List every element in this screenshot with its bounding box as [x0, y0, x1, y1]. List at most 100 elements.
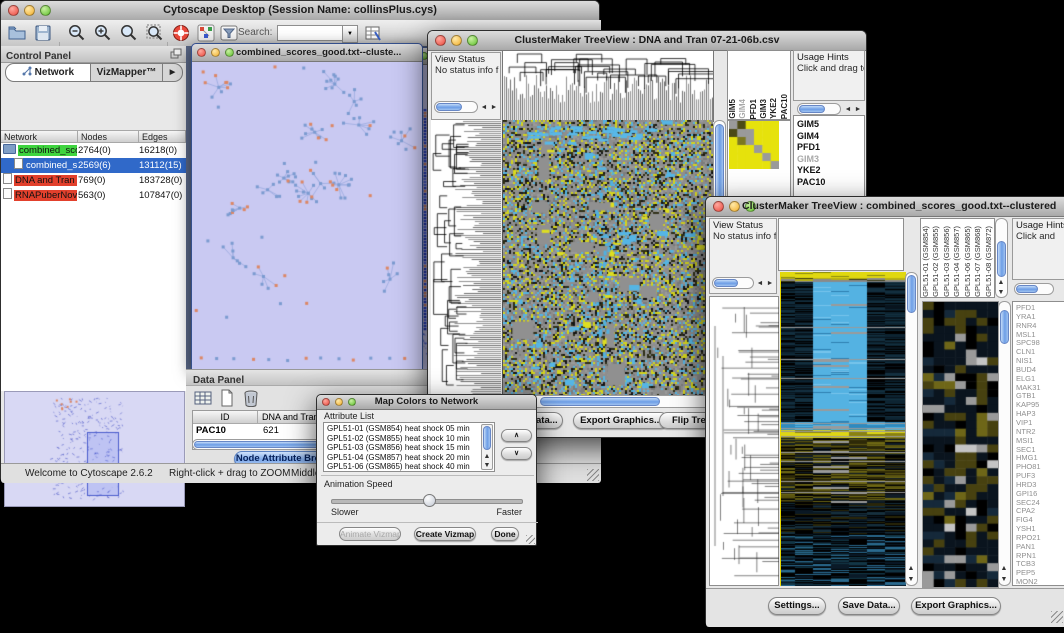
column-label[interactable]: GIM5 [728, 99, 738, 119]
zoom-out-icon[interactable] [67, 23, 87, 43]
network-tree-row[interactable]: RNAPuberNov2+ 563(0) 107847(0) [1, 188, 186, 203]
scroll-down-icon[interactable] [482, 460, 492, 470]
animate-vizmap-button[interactable]: Animate Vizmap [339, 527, 401, 541]
network-view-titlebar[interactable]: combined_scores_good.txt--cluste... [192, 44, 422, 62]
birdseye-canvas[interactable] [5, 392, 182, 504]
scroll-right-icon[interactable] [489, 102, 499, 113]
table-header-id[interactable]: ID [193, 411, 258, 424]
settings-button[interactable]: Settings... [768, 597, 826, 615]
column-label[interactable]: GPL51-07 (GSM868) [973, 226, 983, 297]
resize-grip[interactable] [1051, 611, 1063, 623]
network-tree-row[interactable]: combined_scores 2764(0) 16218(0) [1, 143, 186, 158]
column-label[interactable]: GPL51-08 (GSM872) [984, 226, 994, 297]
export-graphics-button[interactable]: Export Graphics... [911, 597, 1001, 615]
resize-grip[interactable] [587, 469, 599, 481]
attribute-list-item[interactable]: GPL51-04 (GSM857) heat shock 20 min [324, 453, 494, 463]
gene-label[interactable]: GIM5 [794, 119, 864, 131]
birdseye-view[interactable] [4, 391, 185, 507]
column-label[interactable]: GPL51-02 (GSM855) [931, 226, 941, 297]
create-vizmap-button[interactable]: Create Vizmap [414, 527, 476, 541]
open-folder-icon[interactable] [7, 23, 27, 43]
column-label[interactable]: GIM3 [759, 99, 769, 119]
scroll-up-icon[interactable] [999, 563, 1009, 574]
scroll-down-icon[interactable] [999, 574, 1009, 585]
zoom-in-icon[interactable] [93, 23, 113, 43]
main-titlebar[interactable]: Cytoscape Desktop (Session Name: collins… [1, 1, 599, 21]
column-header-network[interactable]: Network [1, 130, 78, 143]
delete-attribute-icon[interactable] [242, 389, 262, 409]
treeview-clustered-titlebar[interactable]: ClusterMaker TreeView : combined_scores_… [706, 197, 1064, 217]
annotation-icon[interactable] [196, 23, 216, 43]
attribute-list-item[interactable]: GPL51-02 (GSM855) heat shock 10 min [324, 434, 494, 444]
attribute-list-item[interactable]: GPL51-01 (GSM854) heat shock 05 min [324, 424, 494, 434]
search-input[interactable] [277, 25, 343, 41]
scroll-right-icon[interactable] [765, 278, 775, 289]
zoom-heatmap-canvas[interactable] [922, 301, 999, 588]
minimize-button[interactable] [211, 48, 220, 57]
usage-hints-scrollbar[interactable] [1014, 283, 1054, 295]
column-header-nodes[interactable]: Nodes [78, 130, 139, 143]
dialog-titlebar[interactable]: Map Colors to Network [317, 395, 536, 410]
column-label[interactable]: GPL51-01 (GSM854) [921, 226, 931, 297]
row-dendrogram-canvas[interactable] [709, 296, 779, 586]
save-data-button[interactable]: Save Data... [838, 597, 900, 615]
usage-hints-scrollbar[interactable] [797, 103, 841, 115]
scroll-left-icon[interactable] [479, 102, 489, 113]
save-icon[interactable] [33, 23, 53, 43]
column-label[interactable]: PAC10 [780, 94, 790, 119]
search-dropdown-button[interactable]: ▼ [342, 25, 358, 43]
scroll-down-icon[interactable] [906, 574, 916, 585]
zoom-selected-icon[interactable] [119, 23, 139, 43]
gene-label[interactable]: GIM3 [794, 154, 864, 166]
scroll-up-icon[interactable] [906, 563, 916, 574]
resize-grip[interactable] [526, 535, 535, 544]
labels-vscrollbar[interactable] [995, 218, 1008, 298]
column-label[interactable]: GIM4 [738, 99, 748, 119]
tab-network[interactable]: Network [5, 63, 91, 82]
network-canvas[interactable] [192, 62, 420, 368]
heatmap-vscrollbar[interactable] [905, 272, 918, 586]
column-dendrogram-canvas[interactable] [502, 50, 714, 122]
tab-overflow-button[interactable]: ▶ [163, 63, 183, 82]
clustered-heatmap-canvas[interactable] [780, 272, 906, 586]
network-tree-row[interactable]: combined_sco 2569(6) 13112(15) [1, 158, 186, 173]
gene-label[interactable]: GIM4 [794, 131, 864, 143]
filter-icon[interactable] [219, 23, 239, 43]
move-up-button[interactable]: ∧ [501, 429, 532, 442]
export-graphics-button[interactable]: Export Graphics... [573, 412, 669, 429]
scroll-down-icon[interactable] [996, 287, 1006, 298]
attribute-list-item[interactable]: GPL51-06 (GSM865) heat shock 40 min [324, 462, 494, 472]
column-header-edges[interactable]: Edges [139, 130, 186, 143]
zoom-vscrollbar[interactable] [998, 301, 1011, 586]
help-lifering-icon[interactable] [171, 23, 191, 43]
slider-thumb[interactable] [423, 494, 436, 507]
tab-vizmapper[interactable]: VizMapper™ [91, 63, 163, 82]
table-icon[interactable] [194, 389, 214, 409]
view-status-scrollbar[interactable] [434, 101, 478, 113]
dna-heatmap-canvas[interactable] [502, 120, 713, 395]
column-label[interactable]: GPL51-04 (GSM857) [952, 226, 962, 297]
close-button[interactable] [713, 201, 724, 212]
column-label[interactable]: GPL51-03 (GSM856) [942, 226, 952, 297]
gene-label[interactable]: PAC10 [794, 177, 864, 189]
zoom-matrix-canvas[interactable] [729, 121, 779, 169]
attribute-list-item[interactable]: GPL51-03 (GSM856) heat shock 15 min [324, 443, 494, 453]
close-button[interactable] [197, 48, 206, 57]
column-dendrogram-area[interactable] [778, 218, 904, 271]
scroll-left-icon[interactable] [843, 104, 853, 115]
minimize-button[interactable] [729, 201, 740, 212]
zoom-fit-icon[interactable] [145, 23, 165, 43]
column-label[interactable]: YKE2 [769, 98, 779, 119]
done-button[interactable]: Done [491, 527, 519, 541]
new-attribute-icon[interactable] [218, 389, 238, 409]
treeview-dna-titlebar[interactable]: ClusterMaker TreeView : DNA and Tran 07-… [428, 31, 866, 51]
view-status-scrollbar[interactable] [712, 277, 754, 289]
scroll-right-icon[interactable] [853, 104, 863, 115]
gene-label[interactable]: PFD1 [794, 142, 864, 154]
column-label[interactable]: PFD1 [749, 99, 759, 119]
zoom-button[interactable] [225, 48, 234, 57]
gene-label[interactable]: MON2 [1013, 578, 1064, 586]
attribute-browser-icon[interactable] [363, 23, 383, 43]
move-down-button[interactable]: ∨ [501, 447, 532, 460]
scroll-left-icon[interactable] [755, 278, 765, 289]
